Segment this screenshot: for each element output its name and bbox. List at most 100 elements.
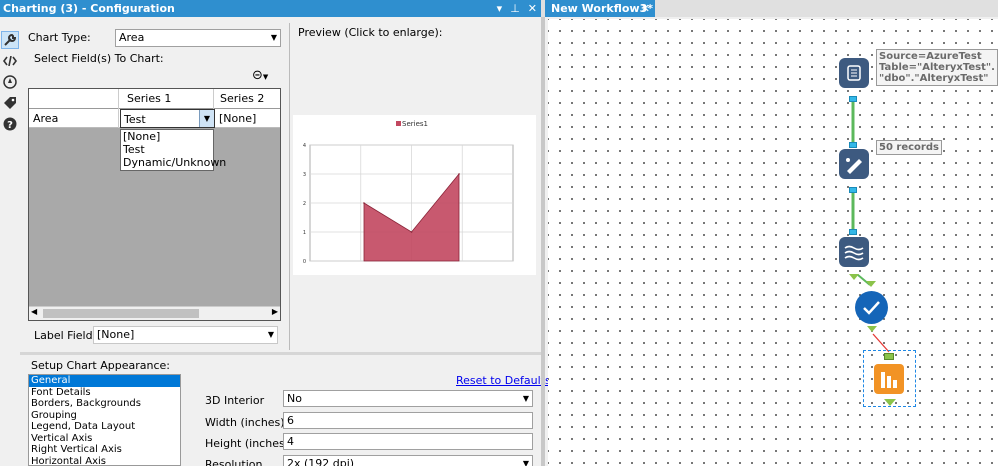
svg-text:?: ? — [7, 120, 13, 131]
y-tick-label: 3 — [303, 172, 306, 178]
input-data-tool[interactable] — [839, 58, 869, 88]
height-input[interactable]: 4 — [283, 433, 533, 450]
height-label: Height (inches) — [205, 437, 289, 450]
preview-label: Preview (Click to enlarge): — [298, 26, 443, 39]
label-field-value: [None] — [97, 328, 135, 341]
series2-value[interactable]: [None] — [215, 109, 280, 128]
grid-header-cell — [29, 89, 119, 109]
data-point — [410, 231, 413, 233]
pin-icon[interactable]: ⊥ — [510, 0, 520, 17]
width-label: Width (inches) — [205, 416, 285, 429]
reset-to-defaults-link[interactable]: Reset to Defaults — [456, 374, 551, 387]
width-input[interactable]: 6 — [283, 412, 533, 429]
check-icon — [863, 301, 880, 315]
grid-horizontal-scrollbar[interactable]: ◀ ▶ — [29, 306, 280, 320]
bar-chart-icon — [881, 372, 897, 388]
grid-header-series2[interactable]: Series 2 — [214, 89, 280, 109]
table-row: Area Test ▼ [None] — [29, 109, 280, 128]
select-fields-label: Select Field(s) To Chart: — [34, 52, 164, 65]
auto-field-tool[interactable] — [855, 291, 888, 324]
output-anchor[interactable] — [849, 96, 857, 102]
list-item[interactable]: Vertical Axis — [29, 433, 180, 445]
data-point — [458, 173, 460, 175]
list-item[interactable]: Right Vertical Axis — [29, 444, 180, 456]
chevron-down-icon: ▼ — [267, 330, 274, 339]
list-item[interactable]: Font Details — [29, 387, 180, 399]
list-item[interactable]: Grouping — [29, 410, 180, 422]
input-anchor[interactable] — [849, 229, 857, 235]
config-panel-title: Charting (3) - Configuration — [3, 2, 175, 15]
chart-tool[interactable] — [874, 364, 904, 394]
chevron-down-icon[interactable]: ▼ — [199, 110, 214, 127]
chart-type-select[interactable]: Area ▼ — [115, 29, 281, 47]
dropdown-option[interactable]: Test — [121, 143, 213, 156]
help-icon[interactable]: ? — [1, 115, 19, 133]
dropdown-option[interactable]: [None] — [121, 130, 213, 143]
chart-type-label: Chart Type: — [28, 31, 91, 44]
series1-dropdown-list: [None] Test Dynamic/Unknown — [120, 129, 226, 171]
list-item[interactable]: Horizontal Axis — [29, 456, 180, 466]
y-tick-label: 0 — [303, 259, 306, 265]
grid-header: Series 1 Series 2 — [29, 89, 280, 109]
grid-header-series1[interactable]: Series 1 — [119, 89, 214, 109]
setup-chart-label: Setup Chart Appearance: — [31, 359, 170, 372]
setup-category-list: General Font Details Borders, Backgrounds G… — [28, 374, 181, 466]
compass-icon[interactable] — [1, 73, 19, 91]
sample-tool[interactable] — [839, 149, 869, 179]
list-item[interactable]: Borders, Backgrounds — [29, 398, 180, 410]
y-tick-label: 1 — [303, 230, 306, 236]
code-icon[interactable] — [1, 52, 19, 70]
interior-select[interactable]: No ▼ — [283, 390, 533, 407]
tag-icon[interactable] — [1, 94, 19, 112]
chevron-down-icon: ▼ — [522, 394, 529, 403]
panel-menu-icon[interactable]: ▾ — [497, 0, 503, 17]
row-label: Area — [29, 109, 119, 128]
output-anchor[interactable] — [884, 399, 896, 406]
label-field-select[interactable]: [None] ▼ — [93, 326, 278, 344]
chart-type-value: Area — [119, 31, 145, 44]
series1-value: Test — [124, 113, 146, 126]
scroll-left-icon[interactable]: ◀ — [31, 307, 37, 316]
y-tick-label: 2 — [303, 201, 306, 207]
chevron-down-icon: ▼ — [522, 459, 529, 466]
close-icon[interactable]: ✕ — [528, 0, 537, 17]
input-anchor[interactable] — [849, 142, 857, 148]
dropdown-option[interactable]: Dynamic/Unknown — [121, 156, 226, 169]
list-item[interactable]: General — [29, 375, 180, 387]
chevron-down-icon: ▼ — [270, 33, 277, 42]
wrench-icon[interactable] — [1, 31, 19, 49]
area-chart: 0 1 2 3 4 Series1 — [303, 120, 514, 265]
series-grid: Series 1 Series 2 Area Test ▼ [None] ◀ ▶ — [28, 88, 281, 321]
remove-column-icon[interactable]: ⊝▼ — [252, 68, 268, 83]
data-point — [363, 202, 365, 204]
resolution-value: 2x (192 dpi) — [287, 457, 355, 466]
chart-preview[interactable]: 0 1 2 3 4 Series1 — [293, 115, 536, 275]
label-field-label: Label Field: — [34, 329, 97, 342]
data-cleansing-tool[interactable] — [839, 237, 869, 267]
list-item[interactable]: Legend, Data Layout — [29, 421, 180, 433]
panel-divider[interactable] — [541, 0, 545, 466]
y-tick-label: 4 — [303, 143, 306, 149]
scroll-right-icon[interactable]: ▶ — [272, 307, 278, 316]
output-anchor[interactable] — [849, 187, 857, 193]
scrollbar-thumb[interactable] — [43, 309, 199, 318]
input-anchor[interactable] — [866, 281, 876, 287]
workflow-tab-title: New Workflow3* — [551, 2, 653, 15]
pen-tool-icon — [846, 158, 862, 174]
wave-icon — [844, 245, 864, 261]
output-anchor[interactable] — [849, 274, 859, 280]
legend-label: Series1 — [402, 120, 428, 128]
interior-label: 3D Interior — [205, 394, 265, 407]
records-annotation: 50 records — [876, 140, 942, 155]
input-anchor[interactable] — [884, 353, 894, 360]
output-anchor[interactable] — [867, 326, 877, 332]
tab-workflow[interactable]: New Workflow3* ✕ — [545, 0, 655, 17]
resolution-select[interactable]: 2x (192 dpi) ▼ — [283, 455, 533, 466]
panel-splitter[interactable] — [20, 352, 541, 355]
input-annotation: Source=AzureTest Table="AlteryxTest". "d… — [876, 49, 998, 86]
close-icon[interactable]: ✕ — [641, 0, 650, 17]
database-icon — [847, 65, 861, 81]
interior-value: No — [287, 392, 302, 405]
legend-swatch — [396, 121, 401, 126]
series1-select[interactable]: Test ▼ — [120, 109, 215, 128]
